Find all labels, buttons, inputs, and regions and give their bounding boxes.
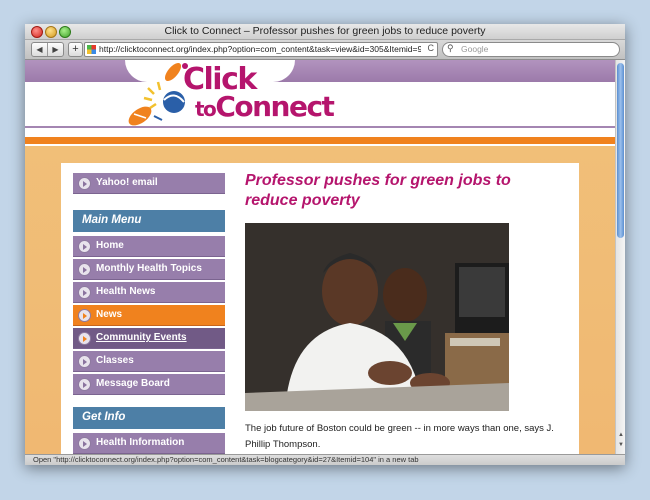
article-title[interactable]: Professor pushes for green jobs to reduc… (245, 171, 560, 211)
sidebar-item-message-board[interactable]: Message Board (73, 374, 225, 395)
photo-illustration (245, 223, 509, 411)
arrow-bullet-icon (78, 286, 91, 299)
get-info-header: Get Info (73, 407, 225, 429)
article-body: The job future of Boston could be green … (245, 423, 554, 450)
address-bar[interactable]: http://clicktoconnect.org/index.php?opti… (84, 42, 438, 57)
search-placeholder: Google (461, 44, 489, 54)
sidebar-item-health-news[interactable]: Health News (73, 282, 225, 303)
add-bookmark-button[interactable]: + (68, 42, 83, 57)
main-menu-header: Main Menu (73, 210, 225, 232)
arrow-bullet-icon (78, 309, 91, 322)
sidebar-item-yahoo-email[interactable]: Yahoo! email (73, 173, 225, 194)
sidebar-item-label: Home (96, 240, 124, 251)
arrow-bullet-icon (78, 240, 91, 253)
sidebar-item-classes[interactable]: Classes (73, 351, 225, 372)
search-field[interactable]: ⚲ Google (442, 42, 620, 57)
arrow-bullet-icon (78, 378, 91, 391)
sidebar-item-label: Yahoo! email (96, 177, 158, 188)
browser-window: Click to Connect – Professor pushes for … (25, 24, 625, 465)
sidebar-item-home[interactable]: Home (73, 236, 225, 257)
sidebar-item-label: Message Board (96, 378, 170, 389)
sidebar-item-monthly-health-topics[interactable]: Monthly Health Topics (73, 259, 225, 280)
back-forward-buttons: ◀ ▶ (31, 42, 64, 57)
magnifier-icon: ⚲ (447, 43, 454, 53)
get-info-title: Get Info (82, 411, 126, 423)
sidebar-item-health-information[interactable]: Health Information (73, 433, 225, 454)
sidebar-item-label: Classes (96, 355, 134, 366)
arrow-bullet-icon (78, 437, 91, 450)
arrow-bullet-icon (78, 355, 91, 368)
url-text[interactable]: http://clicktoconnect.org/index.php?opti… (99, 44, 421, 54)
sidebar-item-news[interactable]: News (73, 305, 225, 326)
sidebar-item-label: Health News (96, 286, 156, 297)
reload-button[interactable]: C (428, 43, 435, 53)
sidebar-item-label: Health Information (96, 437, 185, 448)
logo-text-connect[interactable]: toConnect (195, 90, 335, 123)
status-text: Open "http://clicktoconnect.org/index.ph… (33, 455, 419, 464)
site-header: Click toConnect (25, 60, 615, 146)
logo-text-connect-word: Connect (215, 90, 335, 123)
window-title: Click to Connect – Professor pushes for … (164, 25, 486, 37)
article-photo (245, 223, 509, 411)
browser-toolbar: ◀ ▶ + http://clicktoconnect.org/index.ph… (25, 40, 625, 60)
title-bar: Click to Connect – Professor pushes for … (25, 24, 625, 40)
logo-text-to: to (195, 97, 217, 121)
sidebar-item-label: Community Events (96, 332, 187, 343)
sidebar-item-label: Monthly Health Topics (96, 263, 202, 274)
main-menu-title: Main Menu (82, 214, 142, 226)
vertical-scrollbar[interactable]: ▲ ▼ (615, 60, 625, 454)
arrow-bullet-icon (78, 177, 91, 190)
arrow-bullet-icon (78, 332, 91, 345)
scroll-down-arrow-icon[interactable]: ▼ (616, 442, 625, 448)
page-viewport: Click toConnect Yahoo! email Main Menu H… (25, 60, 615, 454)
arrow-bullet-icon (78, 263, 91, 276)
content-panel: Yahoo! email Main Menu Home Monthly Heal… (61, 163, 579, 454)
scroll-up-arrow-icon[interactable]: ▲ (616, 432, 625, 438)
header-orange-stripe (25, 137, 615, 144)
forward-button[interactable]: ▶ (48, 43, 63, 56)
back-button[interactable]: ◀ (32, 43, 48, 56)
sidebar-item-label: News (96, 309, 123, 320)
status-bar: Open "http://clicktoconnect.org/index.ph… (25, 454, 625, 465)
scrollbar-thumb[interactable] (617, 63, 624, 238)
sidebar-item-community-events[interactable]: Community Events (73, 328, 225, 349)
site-favicon-icon (87, 45, 96, 54)
